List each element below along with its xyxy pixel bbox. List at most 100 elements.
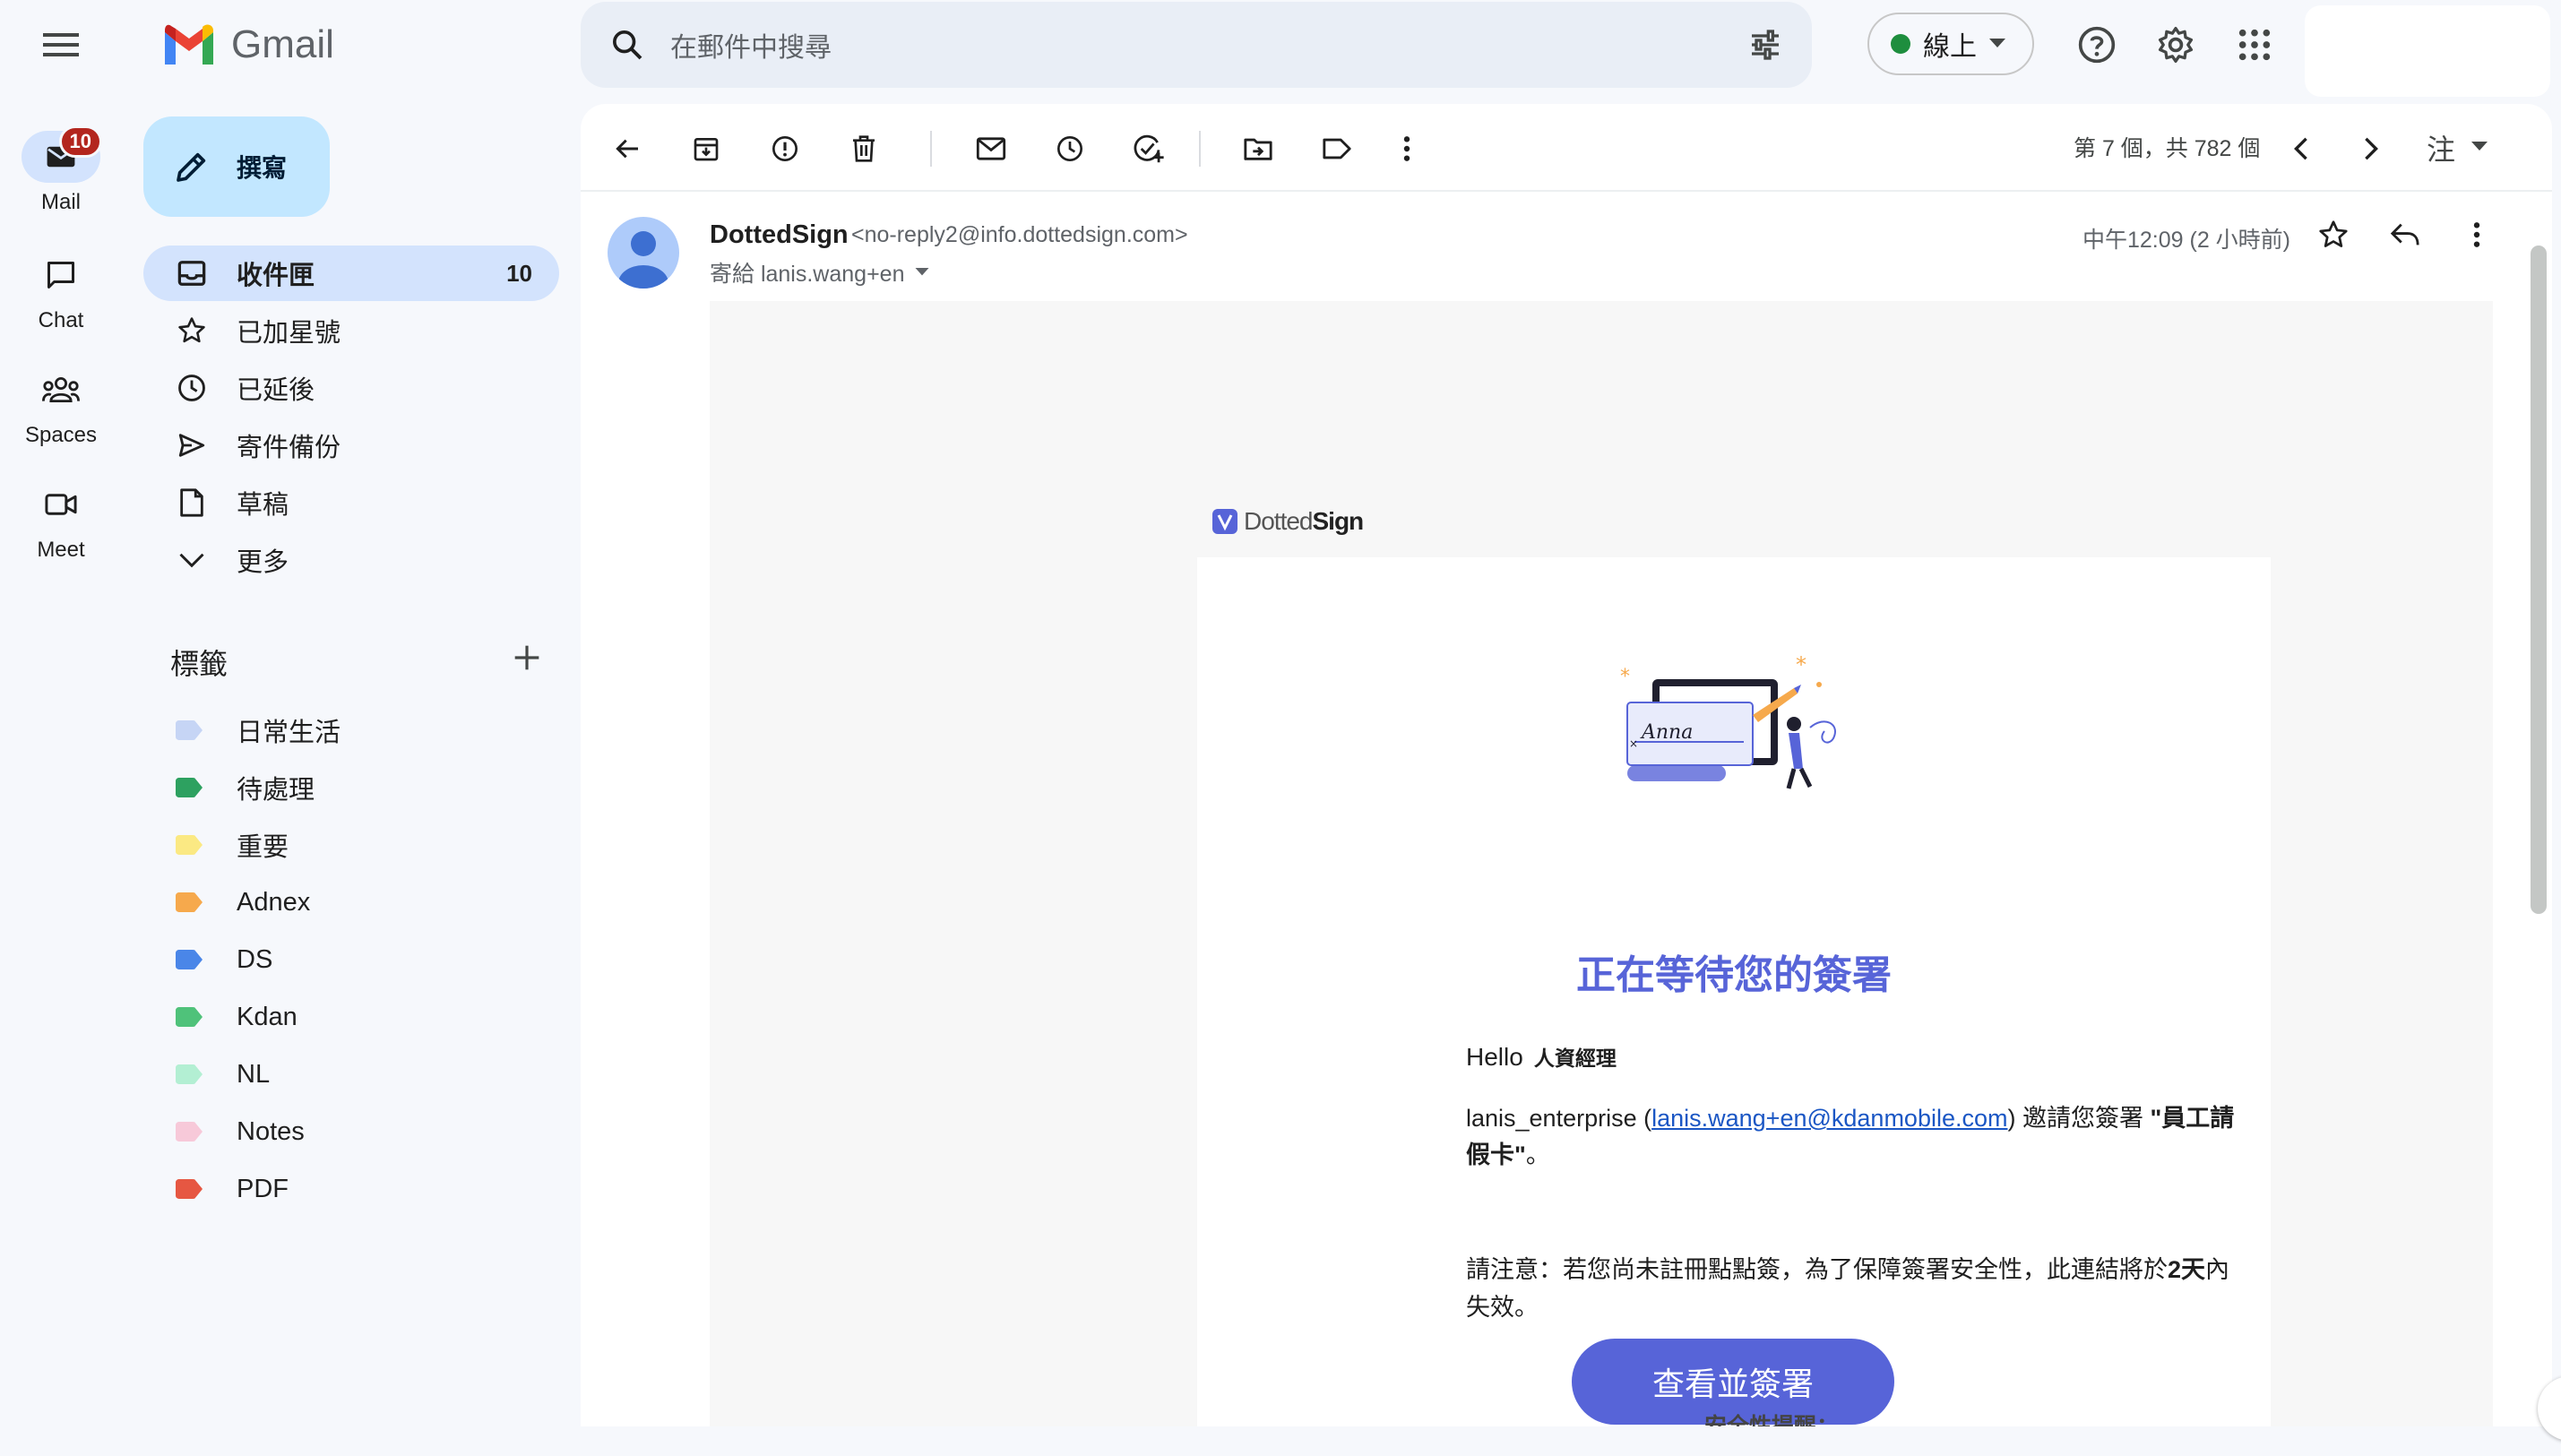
notice-days: 2天 xyxy=(2168,1256,2206,1283)
clock-icon xyxy=(1057,136,1082,161)
message-more-button[interactable] xyxy=(2453,211,2500,258)
rail-spaces-label: Spaces xyxy=(24,423,98,447)
add-to-tasks-button[interactable] xyxy=(1125,125,1172,172)
newer-button[interactable] xyxy=(2278,125,2324,172)
label-item[interactable]: 待處理 xyxy=(176,765,315,810)
online-status-dot xyxy=(1891,34,1910,54)
reply-icon xyxy=(2390,223,2419,246)
message-time: 中午12:09 (2 小時前) xyxy=(2082,228,2291,253)
invite-suffix: 。 xyxy=(1525,1142,1550,1168)
nav-snoozed[interactable]: 已延後 xyxy=(143,360,559,416)
label-item[interactable]: PDF xyxy=(176,1167,289,1211)
spaces-icon xyxy=(42,377,80,402)
snooze-button[interactable] xyxy=(1047,125,1093,172)
rail-spaces-icon-wrap xyxy=(22,364,100,416)
inviter-email-link[interactable]: lanis.wang+en@kdanmobile.com xyxy=(1651,1105,2007,1132)
rail-spaces[interactable]: Spaces xyxy=(0,364,122,448)
status-selector[interactable]: 線上 xyxy=(1867,13,2034,75)
archive-button[interactable] xyxy=(683,125,729,172)
nav-label: 草稿 xyxy=(237,491,289,520)
move-to-button[interactable] xyxy=(1235,125,1281,172)
nav-starred[interactable]: 已加星號 xyxy=(143,303,559,358)
invite-text: lanis_enterprise (lanis.wang+en@kdanmobi… xyxy=(1466,1100,2237,1174)
nav-label: 更多 xyxy=(237,548,289,577)
dropdown-arrow-icon[interactable] xyxy=(2471,142,2488,152)
label-name: Adnex xyxy=(237,887,311,917)
star-icon xyxy=(2319,220,2348,247)
mail-unread-badge: 10 xyxy=(58,125,102,158)
labels-button[interactable] xyxy=(1314,125,1360,172)
apps-button[interactable] xyxy=(2228,18,2281,72)
label-item[interactable]: Notes xyxy=(176,1109,305,1154)
nav-sent[interactable]: 寄件備份 xyxy=(143,418,559,473)
svg-text:*: * xyxy=(1620,666,1630,688)
search-icon[interactable] xyxy=(609,27,645,63)
message-toolbar: 第 7 個，共 782 個 注 xyxy=(581,104,2552,192)
main-menu-button[interactable] xyxy=(32,16,90,73)
label-item[interactable]: DS xyxy=(176,937,272,982)
brand-text: DottedSign xyxy=(1244,507,1365,536)
compose-button[interactable]: 撰寫 xyxy=(143,116,330,217)
add-label-button[interactable] xyxy=(507,638,547,677)
label-item[interactable]: NL xyxy=(176,1052,270,1097)
spam-icon xyxy=(772,136,798,161)
nav-more[interactable]: 更多 xyxy=(143,532,559,588)
input-tools-button[interactable]: 注 xyxy=(2427,127,2455,168)
label-item[interactable]: Kdan xyxy=(176,995,297,1039)
dottedsign-logo: DottedSign xyxy=(1212,507,1365,536)
email-title: 正在等待您的簽署 xyxy=(1576,953,1892,997)
settings-button[interactable] xyxy=(2149,18,2203,72)
sender-name[interactable]: DottedSign xyxy=(710,220,849,250)
apps-grid-icon xyxy=(2238,29,2271,61)
expiry-notice: 請注意：若您尚未註冊點點簽，為了保障簽署安全性，此連結將於2天內失效。 xyxy=(1466,1251,2237,1326)
label-tag-icon xyxy=(176,1122,203,1142)
hamburger-icon xyxy=(43,33,79,56)
rail-mail-label: Mail xyxy=(40,190,81,214)
nav-drafts[interactable]: 草稿 xyxy=(143,475,559,530)
sender-avatar[interactable] xyxy=(608,217,679,289)
rail-mail-icon-wrap: 10 xyxy=(22,125,102,183)
dropdown-arrow-icon[interactable] xyxy=(915,268,929,277)
gmail-m-icon xyxy=(165,24,213,65)
inbox-count: 10 xyxy=(506,259,532,287)
chat-icon xyxy=(47,262,74,289)
report-spam-button[interactable] xyxy=(762,125,808,172)
help-button[interactable] xyxy=(2070,18,2124,72)
rail-chat[interactable]: Chat xyxy=(0,249,122,333)
label-tag-icon xyxy=(176,835,203,855)
compose-label: 撰寫 xyxy=(237,154,288,182)
older-button[interactable] xyxy=(2348,125,2394,172)
brand-bold: Sign xyxy=(1312,507,1365,535)
reply-button[interactable] xyxy=(2382,211,2428,258)
labels-heading: 標籤 xyxy=(170,648,229,680)
toolbar-divider xyxy=(1199,131,1201,167)
inbox-icon xyxy=(174,255,210,291)
rail-meet-icon-wrap xyxy=(22,478,100,530)
star-button[interactable] xyxy=(2310,211,2357,258)
label-item[interactable]: Adnex xyxy=(176,880,310,925)
back-button[interactable] xyxy=(604,125,651,172)
toolbar-divider xyxy=(930,131,932,167)
gmail-logo[interactable]: Gmail xyxy=(161,20,334,70)
add-task-icon xyxy=(1134,134,1164,163)
message-scrollbar[interactable] xyxy=(2531,246,2547,914)
rail-mail[interactable]: 10 Mail xyxy=(0,125,122,215)
plus-icon xyxy=(514,645,539,670)
rail-meet[interactable]: Meet xyxy=(0,478,122,563)
clock-icon xyxy=(174,370,210,406)
nav-inbox[interactable]: 收件匣 10 xyxy=(143,246,559,301)
star-icon xyxy=(174,313,210,349)
delete-button[interactable] xyxy=(841,125,887,172)
search-bar[interactable]: 在郵件中搜尋 xyxy=(581,2,1812,88)
pager-text: 第 7 個，共 782 個 xyxy=(2074,136,2261,161)
greeting: Hello 人資經理 xyxy=(1466,1041,1617,1072)
search-input[interactable]: 在郵件中搜尋 xyxy=(670,25,1747,65)
label-item[interactable]: 重要 xyxy=(176,823,289,867)
account-area[interactable] xyxy=(2305,5,2550,97)
nav-label: 已加星號 xyxy=(237,319,341,348)
recipient-details[interactable]: 寄給 lanis.wang+en xyxy=(710,256,929,289)
search-options-icon[interactable] xyxy=(1747,27,1783,63)
more-actions-button[interactable] xyxy=(1384,125,1430,172)
mark-unread-button[interactable] xyxy=(968,125,1014,172)
label-item[interactable]: 日常生活 xyxy=(176,708,341,753)
